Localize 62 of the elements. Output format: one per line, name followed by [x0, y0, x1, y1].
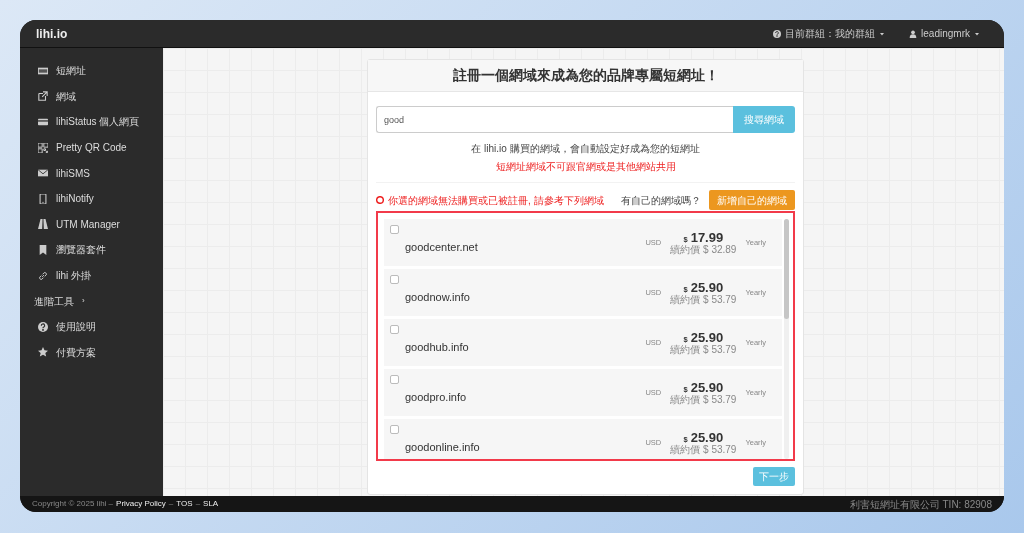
top-menu-link[interactable]: 目前群組：我的群組	[773, 26, 886, 41]
copyright-text: Copyright © 2025 lihi –	[32, 498, 114, 510]
domain-name: goodnow.info	[405, 290, 470, 306]
domain-name: goodonline.info	[405, 440, 480, 456]
domain-name: goodhub.info	[405, 340, 469, 356]
brand-logo[interactable]: lihi.io	[36, 24, 68, 43]
user-icon	[909, 29, 918, 38]
warning-text: 短網址網域不可跟官網或是其他網站共用	[494, 160, 677, 174]
footer-link[interactable]: Privacy Policy	[116, 498, 166, 510]
domain-name: goodpro.info	[405, 390, 467, 406]
sidebar-item[interactable]: lihiSMS	[20, 160, 163, 186]
domain-name: goodcenter.net	[405, 240, 478, 256]
footer-link[interactable]: TOS	[176, 498, 193, 510]
checkbox[interactable]	[390, 375, 399, 384]
info-text: 在 lihi.io 購買的網域，會自動設定好成為您的短網址	[470, 142, 701, 156]
renewal-price: 續約價 $ 53.79	[670, 443, 737, 455]
star-icon	[38, 347, 48, 358]
sidebar-item[interactable]: Pretty QR Code	[20, 134, 163, 161]
separator-text: –	[195, 498, 201, 510]
scrollbar-thumb[interactable]	[784, 219, 789, 319]
sidebar-item[interactable]: 瀏覽器套件	[20, 237, 163, 263]
search-field[interactable]: good	[376, 106, 733, 133]
help-icon	[38, 321, 48, 332]
checkbox[interactable]	[390, 325, 399, 334]
sidebar-item[interactable]: 付費方案	[20, 339, 163, 366]
sidebar-item[interactable]: 使用說明	[20, 313, 163, 340]
sidebar-item[interactable]: lihi 外掛	[20, 262, 163, 289]
caret-icon	[974, 30, 980, 37]
link-icon	[38, 270, 48, 281]
help-icon	[773, 29, 782, 38]
checkbox[interactable]	[390, 275, 399, 284]
sidebar-item[interactable]: 進階工具 ›	[20, 288, 163, 314]
own-domain-prompt: 有自己的網域嗎？	[621, 193, 701, 208]
menu-label: 目前群組：我的群組	[785, 27, 876, 41]
sidebar-item[interactable]: 網域	[20, 83, 163, 110]
road-icon	[38, 219, 48, 230]
checkbox[interactable]	[390, 225, 399, 234]
separator-text: –	[168, 498, 174, 510]
sidebar-item[interactable]: lihiStatus 個人網頁	[20, 109, 163, 135]
external-link-icon	[38, 91, 48, 102]
renewal-price: 續約價 $ 53.79	[670, 293, 737, 305]
top-menu-link[interactable]: leadingmrk	[909, 26, 980, 41]
menu-label: leadingmrk	[921, 27, 970, 41]
sidebar-item[interactable]: lihiNotify	[20, 185, 163, 212]
renewal-price: 續約價 $ 53.79	[670, 393, 737, 405]
envelope-icon	[38, 168, 48, 179]
renewal-price: 續約價 $ 32.89	[670, 243, 737, 255]
qr-code-icon	[38, 142, 48, 153]
card-header: 註冊一個網域來成為您的品牌專屬短網址！	[368, 60, 803, 92]
error-text: 你選的網域無法購買或已被註冊, 請參考下列網域	[388, 193, 604, 208]
phone-icon	[38, 193, 48, 204]
bookmark-icon	[38, 244, 48, 255]
card-icon	[38, 117, 48, 127]
renewal-price: 續約價 $ 53.79	[670, 343, 737, 355]
company-text: 利害短網址有限公司 TIN: 82908	[849, 497, 992, 512]
footer-link[interactable]: SLA	[203, 498, 219, 510]
link-list-icon	[38, 65, 48, 76]
checkbox[interactable]	[390, 425, 399, 434]
error-icon	[376, 196, 384, 204]
sidebar-item[interactable]: UTM Manager	[20, 211, 163, 238]
caret-icon	[879, 30, 886, 37]
sidebar-item[interactable]: 短網址	[20, 58, 163, 84]
